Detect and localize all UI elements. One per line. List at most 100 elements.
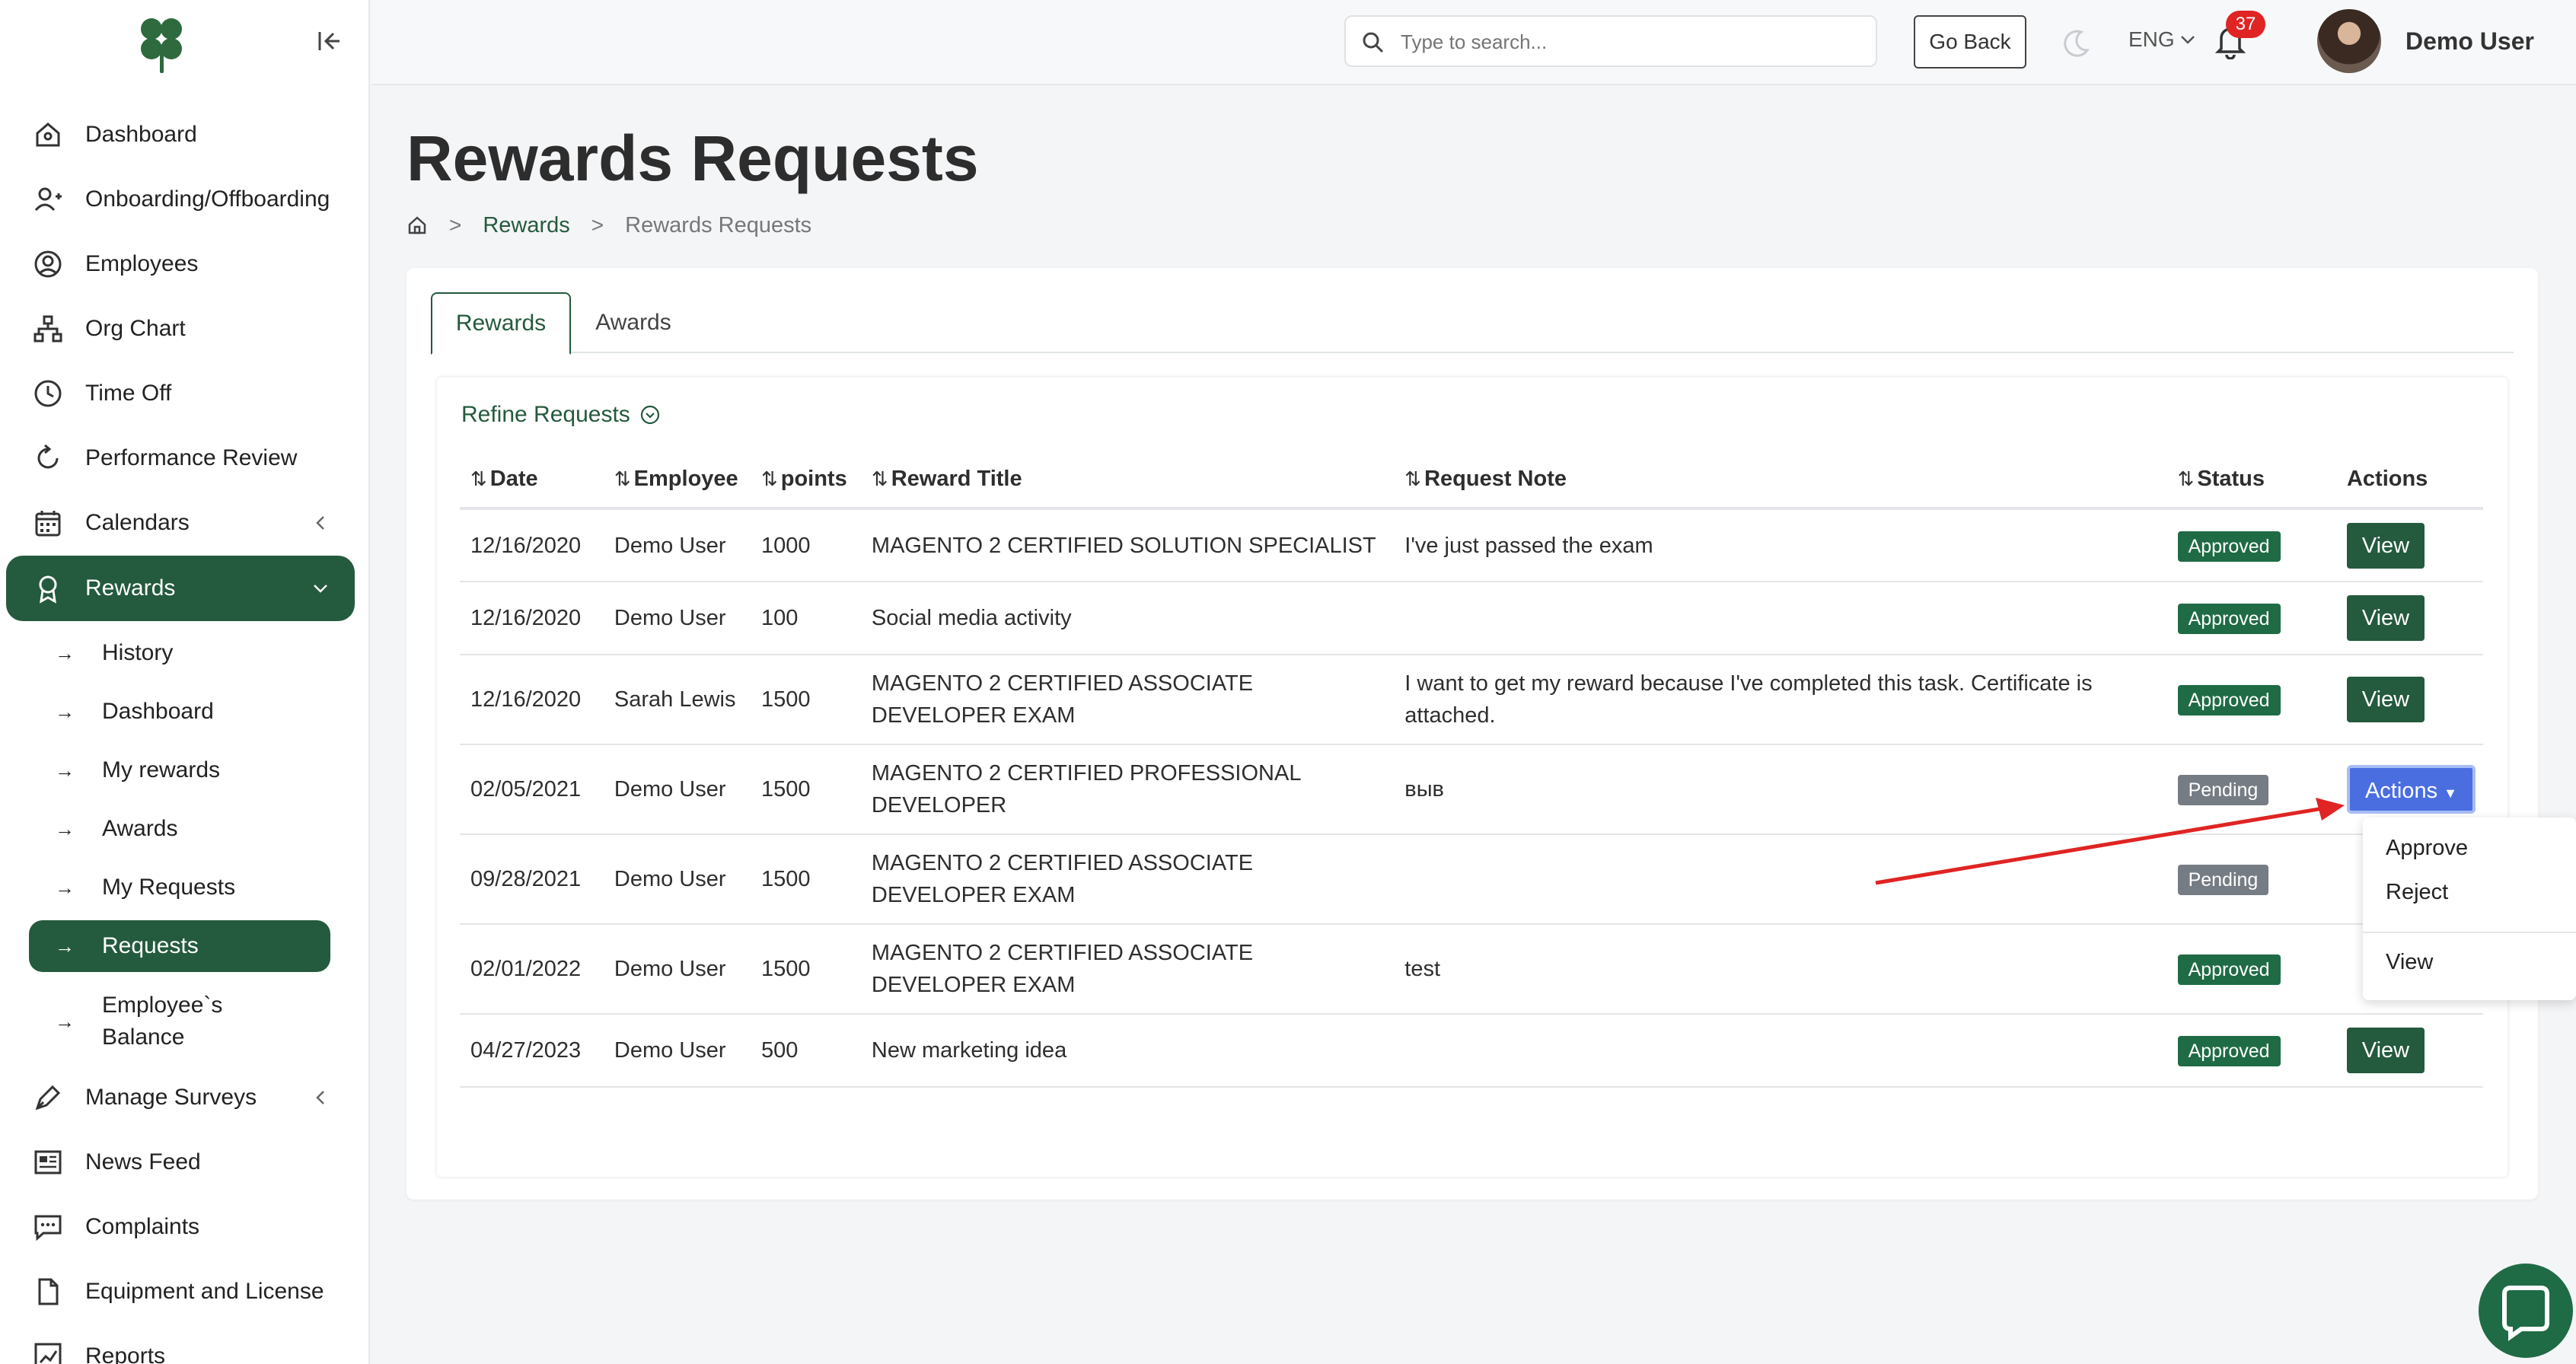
moon-icon[interactable] xyxy=(2060,27,2092,59)
chevron-left-icon xyxy=(316,1091,324,1104)
col-header-reward-title[interactable]: ⇅ Reward Title xyxy=(860,451,1395,510)
chat-launcher-button[interactable] xyxy=(2479,1264,2573,1358)
menu-item-reject[interactable]: Reject xyxy=(2386,880,2448,905)
cell-points: 1500 xyxy=(750,744,861,835)
subnav-label-wrap: Employee`s Balance xyxy=(102,990,222,1053)
col-header-status[interactable]: ⇅ Status xyxy=(2166,451,2336,510)
chevron-right-icon: > xyxy=(591,213,604,237)
user-name[interactable]: Demo User xyxy=(2405,27,2534,56)
cell-points: 1000 xyxy=(750,508,861,582)
refine-requests-toggle[interactable]: Refine Requests xyxy=(461,402,661,428)
nav-label: Performance Review xyxy=(85,445,298,470)
chat-dots-icon xyxy=(30,1209,65,1244)
table-row: 12/16/2020 Sarah Lewis 1500 MAGENTO 2 CE… xyxy=(460,655,2483,745)
view-button[interactable]: View xyxy=(2346,595,2425,641)
chevron-down-icon xyxy=(314,585,327,593)
search-input[interactable] xyxy=(1401,26,1857,58)
go-back-button[interactable]: Go Back xyxy=(1914,15,2026,69)
subnav-awards[interactable]: → Awards xyxy=(29,803,330,855)
menu-item-approve[interactable]: Approve xyxy=(2386,836,2468,861)
view-button[interactable]: View xyxy=(2346,1028,2425,1073)
actions-dropdown-button[interactable]: Actions ▼ xyxy=(2346,765,2476,814)
nav-reports[interactable]: Reports xyxy=(6,1324,355,1364)
cell-employee: Demo User xyxy=(603,834,751,925)
nav-label: Org Chart xyxy=(85,316,186,341)
avatar[interactable] xyxy=(2317,9,2381,73)
cell-request-note xyxy=(1394,1014,2167,1088)
nav-org-chart[interactable]: Org Chart xyxy=(6,296,355,362)
language-value: ENG xyxy=(2128,27,2175,51)
tab-rewards[interactable]: Rewards xyxy=(431,292,571,355)
tab-awards[interactable]: Awards xyxy=(571,292,696,353)
arrow-right-icon: → xyxy=(55,1009,75,1033)
col-label: points xyxy=(780,466,847,491)
arrow-right-icon: → xyxy=(55,700,75,723)
breadcrumb-rewards-link[interactable]: Rewards xyxy=(483,213,569,238)
subnav-requests[interactable]: → Requests xyxy=(29,920,330,972)
cell-request-note: test xyxy=(1394,924,2167,1015)
status-badge: Approved xyxy=(2177,1036,2281,1066)
home-icon[interactable] xyxy=(406,215,428,236)
view-button[interactable]: View xyxy=(2346,522,2425,569)
cell-actions: View xyxy=(2335,655,2483,745)
view-button[interactable]: View xyxy=(2346,677,2425,722)
subnav-label: History xyxy=(102,640,174,665)
table-row: 12/16/2020 Demo User 100 Social media ac… xyxy=(460,582,2483,655)
sort-icon: ⇅ xyxy=(2177,467,2195,490)
caret-down-icon: ▼ xyxy=(2444,786,2457,801)
cell-points: 1500 xyxy=(750,655,861,745)
cell-employee: Demo User xyxy=(603,744,751,835)
clover-logo-icon[interactable] xyxy=(131,11,192,75)
nav-label: Manage Surveys xyxy=(85,1085,257,1110)
col-header-employee[interactable]: ⇅ Employee xyxy=(603,451,751,510)
nav-onboarding[interactable]: Onboarding/Offboarding xyxy=(6,167,355,232)
user-circle-icon xyxy=(30,247,65,282)
cell-request-note: I've just passed the exam xyxy=(1394,508,2167,582)
cell-points: 1500 xyxy=(750,924,861,1015)
cell-date: 12/16/2020 xyxy=(460,582,604,655)
cell-date: 04/27/2023 xyxy=(460,1014,604,1088)
annotation-arrow-icon xyxy=(1875,798,2345,885)
cell-actions: View xyxy=(2335,508,2483,582)
col-header-date[interactable]: ⇅ Date xyxy=(460,451,604,510)
subnav-label: My Requests xyxy=(102,875,236,900)
subnav-history[interactable]: → History xyxy=(29,627,330,679)
search-box[interactable] xyxy=(1344,15,1877,67)
subnav-my-rewards[interactable]: → My rewards xyxy=(29,744,330,796)
subnav-label: My rewards xyxy=(102,757,221,782)
nav-manage-surveys[interactable]: Manage Surveys xyxy=(6,1065,355,1130)
subnav-dashboard[interactable]: → Dashboard xyxy=(29,686,330,738)
table-row: 04/27/2023 Demo User 500 New marketing i… xyxy=(460,1014,2483,1088)
nav-employees[interactable]: Employees xyxy=(6,231,355,297)
nav-label: Dashboard xyxy=(85,122,197,147)
nav-calendars[interactable]: Calendars xyxy=(6,490,355,556)
nav-complaints[interactable]: Complaints xyxy=(6,1194,355,1260)
subnav-employees-balance[interactable]: → Employee`s Balance xyxy=(29,988,330,1055)
nav-time-off[interactable]: Time Off xyxy=(6,361,355,426)
cell-request-note xyxy=(1394,582,2167,655)
chart-line-icon xyxy=(30,1339,65,1364)
menu-item-view[interactable]: View xyxy=(2386,950,2433,975)
subnav-my-requests[interactable]: → My Requests xyxy=(29,862,330,913)
calendar-icon xyxy=(30,505,65,540)
cell-reward-title: MAGENTO 2 CERTIFIED ASSOCIATE DEVELOPER … xyxy=(860,924,1395,1015)
subnav-label-line2: Balance xyxy=(102,1025,185,1050)
breadcrumb-current: Rewards Requests xyxy=(625,212,812,237)
nav-news-feed[interactable]: News Feed xyxy=(6,1130,355,1195)
menu-divider xyxy=(2363,932,2576,933)
arrow-right-icon: → xyxy=(55,875,75,899)
nav-performance-review[interactable]: Performance Review xyxy=(6,425,355,491)
sidebar: Dashboard Onboarding/Offboarding Employe… xyxy=(0,0,370,1364)
cell-employee: Demo User xyxy=(603,1014,751,1088)
cell-status: Approved xyxy=(2166,1014,2336,1088)
status-badge: Approved xyxy=(2177,954,2281,985)
col-header-points[interactable]: ⇅ points xyxy=(750,451,861,510)
nav-rewards[interactable]: Rewards xyxy=(6,556,355,621)
cell-reward-title: MAGENTO 2 CERTIFIED ASSOCIATE DEVELOPER … xyxy=(860,834,1395,925)
table-row: 02/01/2022 Demo User 1500 MAGENTO 2 CERT… xyxy=(460,924,2483,1015)
language-select[interactable]: ENG xyxy=(2128,27,2198,52)
collapse-sidebar-icon[interactable] xyxy=(314,26,344,56)
nav-dashboard[interactable]: Dashboard xyxy=(6,102,355,167)
col-header-request-note[interactable]: ⇅ Request Note xyxy=(1394,451,2167,510)
nav-equipment-license[interactable]: Equipment and License xyxy=(6,1259,355,1324)
